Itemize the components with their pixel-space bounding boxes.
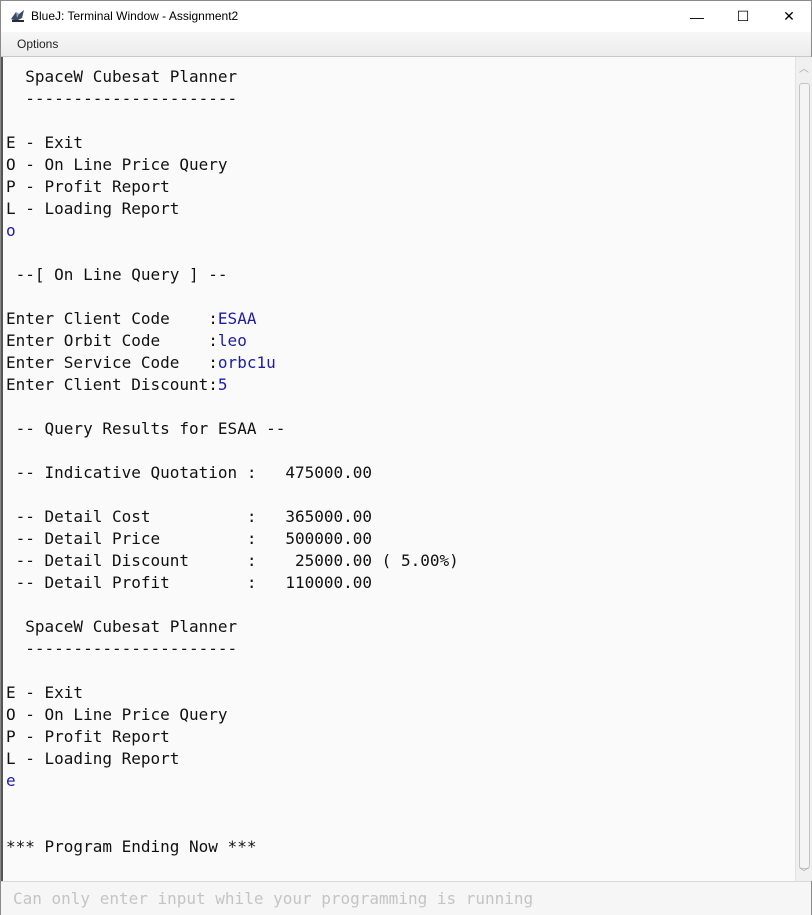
output-text: -- Detail Discount : 25000.00 ( 5.00%) [6,551,459,570]
output-text: Enter Orbit Code : [6,331,218,350]
output-text: ---------------------- [6,639,238,658]
terminal-line: O - On Line Price Query [6,704,795,726]
output-text: -- Detail Cost : 365000.00 [6,507,373,526]
terminal-line: SpaceW Cubesat Planner [6,616,795,638]
terminal-output[interactable]: SpaceW Cubesat Planner -----------------… [1,57,795,881]
terminal-window: BlueJ: Terminal Window - Assignment2 — ☐… [0,0,812,915]
terminal-line: Enter Service Code :orbc1u [6,352,795,374]
vertical-scrollbar[interactable]: ︿ ﹀ [795,57,812,881]
user-input-text: orbc1u [217,353,276,372]
terminal-line: SpaceW Cubesat Planner [6,66,795,88]
terminal-input-field[interactable] [3,885,793,911]
output-text: *** Program Ending Now *** [6,837,257,856]
maximize-icon: ☐ [736,8,750,24]
terminal-text: SpaceW Cubesat Planner -----------------… [3,57,795,858]
terminal-line: E - Exit [6,132,795,154]
output-text: --[ On Line Query ] -- [6,265,228,284]
terminal-line: -- Query Results for ESAA -- [6,418,795,440]
output-text: E - Exit [6,133,84,152]
output-text: E - Exit [6,683,84,702]
terminal-line: ---------------------- [6,638,795,660]
chevron-up-icon: ︿ [799,63,809,75]
chevron-down-icon: ﹀ [799,867,809,879]
terminal-line: -- Detail Price : 500000.00 [6,528,795,550]
terminal-line: L - Loading Report [6,748,795,770]
output-text: -- Query Results for ESAA -- [6,419,286,438]
scroll-down-button[interactable]: ﹀ [796,863,812,879]
terminal-line: o [6,220,795,242]
terminal-line: Enter Client Code :ESAA [6,308,795,330]
terminal-line: -- Detail Discount : 25000.00 ( 5.00%) [6,550,795,572]
output-text: SpaceW Cubesat Planner [6,617,238,636]
terminal-line: Enter Orbit Code :leo [6,330,795,352]
output-text: -- Detail Price : 500000.00 [6,529,373,548]
user-input-text: ESAA [217,309,257,328]
minimize-icon: — [690,8,704,25]
output-text: ---------------------- [6,89,238,108]
output-text: -- Indicative Quotation : 475000.00 [6,463,373,482]
scrollbar-thumb[interactable] [799,83,810,869]
menu-bar: Options [1,32,811,57]
terminal-line: O - On Line Price Query [6,154,795,176]
terminal-line: -- Detail Cost : 365000.00 [6,506,795,528]
terminal-line: e [6,770,795,792]
terminal-line: P - Profit Report [6,726,795,748]
output-text: L - Loading Report [6,199,180,218]
output-text: -- Detail Profit : 110000.00 [6,573,373,592]
terminal-line: L - Loading Report [6,198,795,220]
terminal-line: P - Profit Report [6,176,795,198]
output-text: Enter Client Code : [6,309,218,328]
terminal-line: E - Exit [6,682,795,704]
terminal-line: -- Indicative Quotation : 475000.00 [6,462,795,484]
output-text: Enter Client Discount: [6,375,218,394]
output-text: O - On Line Price Query [6,705,228,724]
maximize-button[interactable]: ☐ [720,1,766,32]
user-input-text: o [6,221,16,240]
output-text: P - Profit Report [6,177,170,196]
menu-options[interactable]: Options [17,37,58,51]
scroll-up-button[interactable]: ︿ [796,59,812,75]
output-text: SpaceW Cubesat Planner [6,67,238,86]
terminal-line: Enter Client Discount:5 [6,374,795,396]
user-input-text: 5 [217,375,228,394]
terminal-line: ---------------------- [6,88,795,110]
output-text: Enter Service Code : [6,353,218,372]
input-bar [1,881,811,915]
output-text: L - Loading Report [6,749,180,768]
terminal-line: *** Program Ending Now *** [6,836,795,858]
close-icon: ✕ [783,8,795,24]
minimize-button[interactable]: — [674,1,720,32]
user-input-text: e [6,771,16,790]
user-input-text: leo [217,331,247,350]
close-button[interactable]: ✕ [766,1,812,32]
bluej-icon [11,10,24,22]
title-bar[interactable]: BlueJ: Terminal Window - Assignment2 — ☐… [1,1,811,32]
window-title: BlueJ: Terminal Window - Assignment2 [31,9,239,23]
terminal-line: -- Detail Profit : 110000.00 [6,572,795,594]
terminal-line: --[ On Line Query ] -- [6,264,795,286]
output-text: P - Profit Report [6,727,170,746]
output-text: O - On Line Price Query [6,155,228,174]
